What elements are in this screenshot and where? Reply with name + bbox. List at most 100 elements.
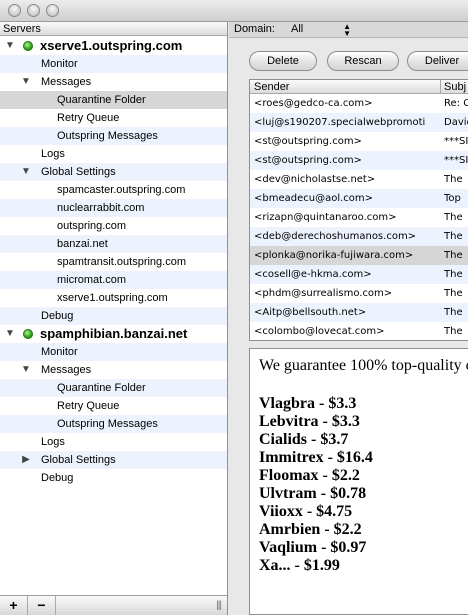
add-server-button[interactable]: + [0, 596, 28, 615]
preview-line: Xa... - $1.99 [259, 557, 340, 574]
tree-item-label: spamphibian.banzai.net [40, 326, 188, 341]
tree-item[interactable]: Logs [0, 145, 227, 163]
disclosure-open-icon[interactable]: ▼ [20, 73, 32, 91]
tree-item[interactable]: banzai.net [0, 235, 227, 253]
tree-item-label: Logs [41, 436, 65, 448]
message-row[interactable]: <bmeadecu@aol.com> Top [250, 189, 468, 208]
domain-select[interactable]: All ▲ ▼ [287, 22, 353, 38]
tree-item-label: Messages [41, 76, 92, 88]
preview-line: Immitrex - $16.4 [259, 449, 373, 466]
tree-item[interactable]: Outspring Messages [0, 415, 227, 433]
tree-item-label: Outspring Messages [57, 418, 158, 430]
tree-item[interactable]: micromat.com [0, 271, 227, 289]
message-subject: Re: C [444, 98, 468, 109]
message-row[interactable]: <plonka@norika-fujiwara.com> The [250, 246, 468, 265]
tree-item-label: xserve1.outspring.com [40, 38, 183, 53]
domain-label: Domain: [234, 23, 275, 35]
message-sender: <roes@gedco-ca.com> [254, 98, 373, 109]
tree-item[interactable]: Debug [0, 469, 227, 487]
message-row[interactable]: <st@outspring.com> ***SI [250, 151, 468, 170]
tree-item[interactable]: nuclearrabbit.com [0, 199, 227, 217]
tree-item-label: Global Settings [41, 166, 116, 178]
disclosure-open-icon[interactable]: ▼ [4, 37, 16, 55]
disclosure-open-icon[interactable]: ▼ [20, 361, 32, 379]
server-row[interactable]: ▼ spamphibian.banzai.net [0, 325, 227, 343]
domain-bar: Domain: All ▲ ▼ [229, 22, 468, 38]
tree-item-label: xserve1.outspring.com [57, 292, 168, 304]
preview-line: Vlagbra - $3.3 [259, 395, 357, 412]
message-sender: <Aitp@bellsouth.net> [254, 307, 367, 318]
disclosure-open-icon[interactable]: ▼ [20, 163, 32, 181]
zoom-window-button[interactable] [46, 4, 59, 17]
tree-item[interactable]: spamcaster.outspring.com [0, 181, 227, 199]
disclosure-open-icon[interactable]: ▼ [4, 325, 16, 343]
domain-select-value: All [291, 23, 304, 35]
subject-column-header[interactable]: Subj [444, 80, 466, 94]
message-row[interactable]: <colombo@lovecat.com> The [250, 322, 468, 340]
message-row[interactable]: <st@outspring.com> ***SI [250, 132, 468, 151]
message-row[interactable]: <phdm@surrealismo.com> The [250, 284, 468, 303]
message-list: Sender Subj <roes@gedco-ca.com> Re: C <luj… [249, 79, 468, 341]
tree-item[interactable]: Monitor [0, 55, 227, 73]
message-subject: The [444, 231, 463, 242]
tree-item[interactable]: Monitor [0, 343, 227, 361]
status-online-icon [23, 329, 33, 339]
message-sender: <luj@s190207.specialwebpromoti [254, 117, 426, 128]
preview-line: Ulvtram - $0.78 [259, 485, 367, 502]
message-row[interactable]: <roes@gedco-ca.com> Re: C [250, 94, 468, 113]
tree-item[interactable]: xserve1.outspring.com [0, 289, 227, 307]
minimize-window-button[interactable] [27, 4, 40, 17]
message-subject: The [444, 269, 463, 280]
message-subject: The [444, 307, 463, 318]
message-subject: The [444, 212, 463, 223]
deliver-button[interactable]: Deliver [407, 51, 468, 71]
preview-line: Amrbien - $2.2 [259, 521, 362, 538]
servers-bottom-bar: + − ||| [0, 595, 227, 615]
column-separator[interactable] [440, 80, 441, 94]
tree-item-label: Quarantine Folder [57, 382, 146, 394]
tree-item[interactable]: Debug [0, 307, 227, 325]
close-window-button[interactable] [8, 4, 21, 17]
servers-tree: ▼ xserve1.outspring.com Monitor ▼ Messages Qu… [0, 37, 227, 487]
message-row[interactable]: <dev@nicholastse.net> The [250, 170, 468, 189]
rescan-button[interactable]: Rescan [327, 51, 399, 71]
preview-line: Floomax - $2.2 [259, 467, 360, 484]
tree-item-label: spamcaster.outspring.com [57, 184, 186, 196]
messages-pane: Domain: All ▲ ▼ Delete Rescan Deliver Sen… [229, 22, 468, 615]
tree-item-label: Debug [41, 472, 74, 484]
server-row[interactable]: ▼ xserve1.outspring.com [0, 37, 227, 55]
tree-item[interactable]: spamtransit.outspring.com [0, 253, 227, 271]
message-rows: <roes@gedco-ca.com> Re: C <luj@s190207.spe… [250, 94, 468, 340]
tree-item[interactable]: Retry Queue [0, 109, 227, 127]
message-subject: The [444, 250, 463, 261]
resize-grip-icon[interactable]: ||| [216, 600, 222, 611]
remove-server-button[interactable]: − [28, 596, 56, 615]
tree-item[interactable]: Logs [0, 433, 227, 451]
message-row[interactable]: <Aitp@bellsouth.net> The [250, 303, 468, 322]
message-row[interactable]: <cosell@e-hkma.com> The [250, 265, 468, 284]
message-subject: The [444, 288, 463, 299]
tree-item-label: micromat.com [57, 274, 127, 286]
message-row[interactable]: <rizapn@quintanaroo.com> The [250, 208, 468, 227]
message-subject: ***SI [444, 136, 468, 147]
tree-item[interactable]: Quarantine Folder [0, 91, 227, 109]
tree-item[interactable]: outspring.com [0, 217, 227, 235]
message-sender: <bmeadecu@aol.com> [254, 193, 374, 204]
message-row[interactable]: <deb@derechoshumanos.com> The [250, 227, 468, 246]
message-preview: We guarantee 100% top-quality c Vlagbra … [249, 348, 468, 615]
preview-line: Vaqlium - $0.97 [259, 539, 367, 556]
sender-column-header[interactable]: Sender [254, 80, 289, 94]
message-row[interactable]: <luj@s190207.specialwebpromoti Davic [250, 113, 468, 132]
delete-button[interactable]: Delete [249, 51, 317, 71]
tree-item[interactable]: ▼ Messages [0, 73, 227, 91]
tree-item[interactable]: Quarantine Folder [0, 379, 227, 397]
message-list-header: Sender Subj [250, 80, 468, 94]
tree-item[interactable]: Outspring Messages [0, 127, 227, 145]
tree-item[interactable]: ▼ Messages [0, 361, 227, 379]
tree-item[interactable]: Retry Queue [0, 397, 227, 415]
tree-item[interactable]: ▶ Global Settings [0, 451, 227, 469]
tree-item-label: Messages [41, 364, 92, 376]
disclosure-closed-icon[interactable]: ▶ [20, 451, 32, 469]
updown-arrows-icon: ▲ ▼ [343, 22, 351, 38]
tree-item[interactable]: ▼ Global Settings [0, 163, 227, 181]
